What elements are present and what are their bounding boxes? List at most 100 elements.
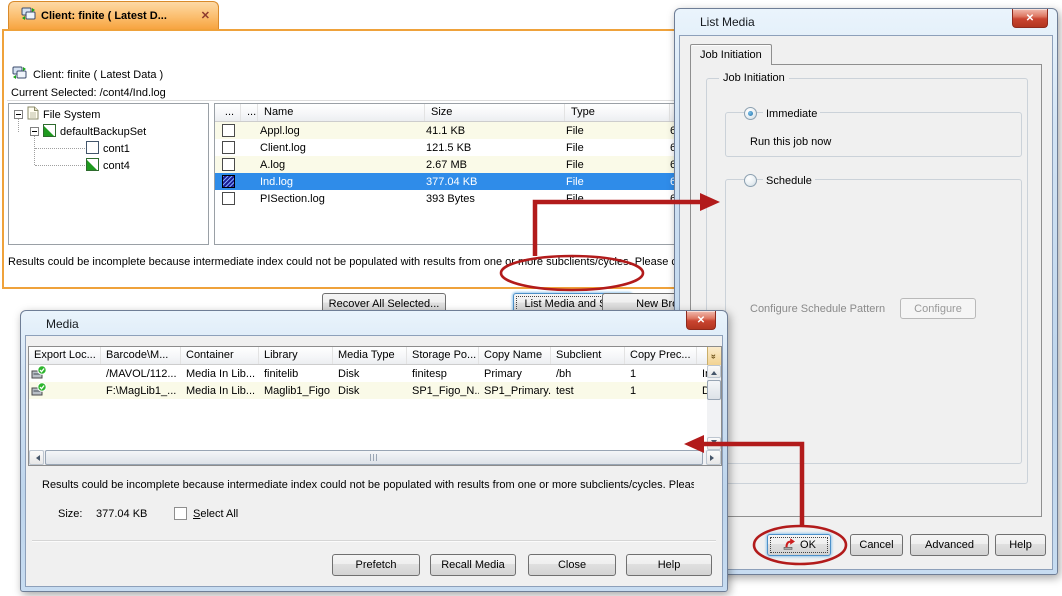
media-cartridge-icon <box>31 365 47 382</box>
current-selected-label: Current Selected: /cont4/Ind.log <box>11 87 166 99</box>
tree-item-cont1[interactable]: cont1 <box>86 141 130 156</box>
column-header-copy-name[interactable]: Copy Name <box>479 347 551 364</box>
file-name: Appl.log <box>258 125 425 137</box>
tab-job-initiation[interactable]: Job Initiation <box>690 44 772 65</box>
media-table-header: Export Loc... Barcode\M... Container Lib… <box>29 347 721 365</box>
tab-client-finite[interactable]: Client: finite ( Latest D... ✕ <box>8 1 219 29</box>
tree-item-file-system[interactable]: File System <box>14 107 100 122</box>
immediate-radio[interactable] <box>744 107 757 120</box>
column-chooser-chevron-icon[interactable]: » <box>707 347 721 365</box>
configure-button[interactable]: Configure <box>900 298 976 319</box>
column-header-export-location[interactable]: Export Loc... <box>29 347 101 364</box>
media-cartridge-icon <box>31 382 47 399</box>
column-header-type[interactable]: Type <box>565 104 670 121</box>
scroll-left-icon[interactable] <box>29 450 44 465</box>
file-name: Ind.log <box>258 176 425 188</box>
storage-policy-cell: finitesp <box>407 368 479 380</box>
container-cell: Media In Lib... <box>181 385 259 397</box>
column-header-storage-policy[interactable]: Storage Po... <box>407 347 479 364</box>
column-header-container[interactable]: Container <box>181 347 259 364</box>
tree-item-label: File System <box>43 109 100 121</box>
tree-item-label: defaultBackupSet <box>60 126 146 138</box>
tree-item-label: cont1 <box>103 143 130 155</box>
incomplete-results-message: Results could be incomplete because inte… <box>42 479 694 491</box>
help-button[interactable]: Help <box>995 534 1046 556</box>
file-row[interactable]: A.log 2.67 MB File 6 <box>215 156 674 173</box>
storage-policy-cell: SP1_Figo_N... <box>407 385 479 397</box>
window-title: Media <box>46 317 79 331</box>
file-row[interactable]: Appl.log 41.1 KB File 6 <box>215 122 674 139</box>
file-row-selected[interactable]: Ind.log 377.04 KB File 6 <box>215 173 674 190</box>
tree-item-cont4[interactable]: cont4 <box>86 158 130 173</box>
file-system-icon <box>27 106 39 123</box>
schedule-radio-label[interactable]: Schedule <box>763 175 815 187</box>
file-checkbox[interactable] <box>222 158 235 171</box>
scrollbar-thumb[interactable] <box>45 450 703 465</box>
cancel-button[interactable]: Cancel <box>850 534 903 556</box>
column-header-name[interactable]: Name <box>258 104 425 121</box>
file-size: 393 Bytes <box>425 193 565 205</box>
select-all-checkbox[interactable] <box>174 507 187 520</box>
file-checkbox-checked[interactable] <box>222 175 235 188</box>
scroll-right-icon[interactable] <box>706 450 721 465</box>
file-type: File <box>565 159 670 171</box>
column-header-barcode[interactable]: Barcode\M... <box>101 347 181 364</box>
size-label: Size: <box>58 508 82 520</box>
media-table: Export Loc... Barcode\M... Container Lib… <box>28 346 722 466</box>
file-row[interactable]: Client.log 121.5 KB File 6 <box>215 139 674 156</box>
help-button[interactable]: Help <box>626 554 712 576</box>
recall-media-button[interactable]: Recall Media <box>430 554 516 576</box>
column-header-type-icon[interactable]: ... <box>241 104 258 121</box>
schedule-radio[interactable] <box>744 174 757 187</box>
column-header-media-type[interactable]: Media Type <box>333 347 407 364</box>
dialog-body: Job Initiation Job Initiation Immediate … <box>679 35 1053 570</box>
collapse-icon[interactable] <box>14 110 23 119</box>
schedule-group <box>725 179 1022 464</box>
file-checkbox[interactable] <box>222 124 235 137</box>
tree-item-defaultbackupset[interactable]: defaultBackupSet <box>30 124 146 139</box>
scroll-up-icon[interactable] <box>707 365 721 378</box>
library-cell: Maglib1_Figo <box>259 385 333 397</box>
column-header-copy-precedence[interactable]: Copy Prec... <box>625 347 697 364</box>
column-header-subclient[interactable]: Subclient <box>551 347 625 364</box>
file-size: 377.04 KB <box>425 176 565 188</box>
file-list-header: ... ... Name Size Type M <box>215 104 674 122</box>
backupset-icon <box>86 158 99 174</box>
column-header-size[interactable]: Size <box>425 104 565 121</box>
file-checkbox[interactable] <box>222 192 235 205</box>
file-checkbox[interactable] <box>222 141 235 154</box>
tab-close-icon[interactable]: ✕ <box>201 9 210 22</box>
file-row[interactable]: PISection.log 393 Bytes File 6 <box>215 190 674 207</box>
browse-header: Client: finite ( Latest Data ) <box>12 66 163 83</box>
configure-schedule-pattern-label: Configure Schedule Pattern <box>750 303 885 315</box>
prefetch-button[interactable]: Prefetch <box>332 554 420 576</box>
divider <box>32 540 716 542</box>
close-button[interactable]: ✕ <box>686 311 716 330</box>
column-header-select[interactable]: ... <box>215 104 241 121</box>
column-header-library[interactable]: Library <box>259 347 333 364</box>
unselected-box-icon <box>86 141 99 157</box>
horizontal-scrollbar[interactable] <box>29 450 721 465</box>
tab-label: Client: finite ( Latest D... <box>41 10 196 22</box>
media-row[interactable]: F:\MagLib1_... Media In Lib... Maglib1_F… <box>29 382 721 399</box>
file-name: A.log <box>258 159 425 171</box>
backupset-icon <box>43 124 56 140</box>
tree-line <box>34 136 35 165</box>
media-type-cell: Disk <box>333 368 407 380</box>
copy-name-cell: SP1_Primary... <box>479 385 551 397</box>
close-button[interactable]: ✕ <box>1012 9 1048 28</box>
tree-line <box>35 148 85 149</box>
client-icon <box>12 66 27 83</box>
vertical-scrollbar[interactable] <box>707 365 721 450</box>
scroll-down-icon[interactable] <box>707 437 721 450</box>
immediate-radio-label[interactable]: Immediate <box>763 108 820 120</box>
media-row[interactable]: /MAVOL/112... Media In Lib... finitelib … <box>29 365 721 382</box>
file-size: 41.1 KB <box>425 125 565 137</box>
select-all-label[interactable]: Select All <box>193 508 238 520</box>
barcode-cell: /MAVOL/112... <box>101 368 181 380</box>
advanced-button[interactable]: Advanced <box>910 534 989 556</box>
scrollbar-thumb[interactable] <box>707 380 721 400</box>
ok-button[interactable]: OK <box>767 534 831 556</box>
close-button[interactable]: Close <box>528 554 616 576</box>
collapse-icon[interactable] <box>30 127 39 136</box>
